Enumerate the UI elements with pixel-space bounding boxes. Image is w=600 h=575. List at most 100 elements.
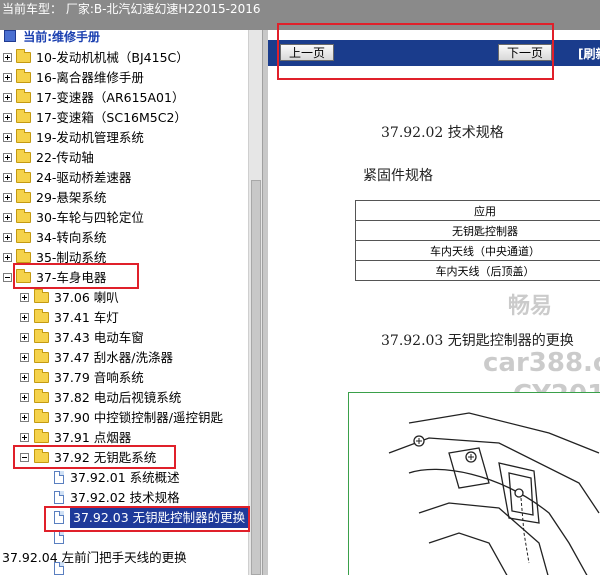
tree-folder-node[interactable]: 24-驱动桥差速器 [0, 168, 248, 188]
controller-diagram-svg [388, 412, 600, 575]
tree-folder-node[interactable]: 34-转向系统 [0, 228, 248, 248]
tree-node-label: 37.91 点烟器 [54, 430, 132, 445]
tree-node-label: 37.43 电动车窗 [54, 330, 144, 345]
tree-node-label: 37.41 车灯 [54, 310, 119, 325]
expand-icon[interactable] [20, 413, 29, 422]
tree-node-label: 17-变速箱（SC16M5C2） [36, 110, 187, 125]
folder-icon [34, 289, 49, 303]
tree-node-label: 34-转向系统 [36, 230, 107, 245]
collapse-icon[interactable] [3, 273, 12, 282]
table-header-cell: 应用 [355, 200, 600, 221]
tree-node-label: 37.92.02 技术规格 [70, 490, 180, 505]
tree-folder-node[interactable]: 22-传动轴 [0, 148, 248, 168]
scrollbar-thumb[interactable] [251, 180, 261, 575]
page-nav-bar: 上一页 下一页 [刷新 [268, 40, 600, 66]
tree-node-label: 37.92.03 无钥匙控制器的更换 [70, 508, 248, 528]
tree-folder-node[interactable]: 30-车轮与四轮定位 [0, 208, 248, 228]
collapse-icon[interactable] [20, 453, 29, 462]
folder-icon [16, 149, 31, 163]
tree-node-label: 37.79 音响系统 [54, 370, 144, 385]
tree-header[interactable]: 当前:维修手册 [4, 30, 100, 44]
tree-folder-node[interactable]: 37.06 喇叭 [0, 288, 248, 308]
expand-icon[interactable] [3, 153, 12, 162]
folder-icon [34, 349, 49, 363]
expand-icon[interactable] [20, 333, 29, 342]
section-title-replacement: 37.92.03 无钥匙控制器的更换 [381, 333, 574, 349]
tree-node-label: 37.92.01 系统概述 [70, 470, 180, 485]
expand-icon[interactable] [20, 313, 29, 322]
document-icon [54, 511, 64, 524]
refresh-link[interactable]: [刷新 [578, 45, 600, 62]
tree-node-label: 24-驱动桥差速器 [36, 170, 132, 185]
folder-icon [34, 389, 49, 403]
tree-folder-node[interactable]: 17-变速器（AR615A01） [0, 88, 248, 108]
tree-doc-node[interactable]: 37.92.01 系统概述 [0, 468, 248, 488]
document-icon [54, 491, 64, 504]
folder-icon [16, 169, 31, 183]
expand-icon[interactable] [3, 213, 12, 222]
tree-folder-node[interactable]: 29-悬架系统 [0, 188, 248, 208]
expand-icon[interactable] [20, 293, 29, 302]
section-title-specs: 37.92.02 技术规格 [381, 125, 504, 141]
tree-scrollbar[interactable] [248, 30, 262, 575]
tree-node-label: 37.92.04 左前门把手天线的更换 [2, 550, 187, 565]
expand-icon[interactable] [3, 173, 12, 182]
folder-icon [16, 89, 31, 103]
expand-icon[interactable] [20, 433, 29, 442]
folder-icon [16, 49, 31, 63]
tree-folder-node[interactable]: 35-制动系统 [0, 248, 248, 268]
expand-icon[interactable] [3, 93, 12, 102]
manual-tree-panel: 当前:维修手册 10-发动机机械（BJ415C） 16-离合器维修手册 17-变速器… [0, 30, 248, 575]
tree-folder-node[interactable]: 37.47 刮水器/洗涤器 [0, 348, 248, 368]
tree-doc-node[interactable]: 37.92.02 技术规格 [0, 488, 248, 508]
folder-icon [16, 189, 31, 203]
tree-folder-node[interactable]: 19-发动机管理系统 [0, 128, 248, 148]
tree-folder-node[interactable]: 37.79 音响系统 [0, 368, 248, 388]
folder-icon [16, 229, 31, 243]
tree-folder-node[interactable]: 37.92 无钥匙系统 [0, 448, 248, 468]
expand-icon[interactable] [3, 133, 12, 142]
expand-icon[interactable] [20, 373, 29, 382]
expand-icon[interactable] [3, 53, 12, 62]
tree-folder-node[interactable]: 37.90 中控锁控制器/遥控钥匙 [0, 408, 248, 428]
tree-doc-node[interactable]: 37.92.04 左前门把手天线的更换 [0, 548, 248, 575]
document-icon [54, 471, 64, 484]
window-title: 当前车型： 厂家:B-北汽幻速幻速H22015-2016 [0, 0, 600, 19]
document-icon [54, 531, 64, 544]
tree-folder-node[interactable]: 37.41 车灯 [0, 308, 248, 328]
expand-icon[interactable] [3, 253, 12, 262]
folder-icon [16, 69, 31, 83]
tree-node-label: 37-车身电器 [36, 270, 107, 285]
prev-page-button[interactable]: 上一页 [280, 44, 334, 61]
expand-icon[interactable] [3, 73, 12, 82]
tree-doc-node[interactable] [0, 528, 248, 548]
tree-node-label: 29-悬架系统 [36, 190, 107, 205]
tree-folder-node[interactable]: 17-变速箱（SC16M5C2） [0, 108, 248, 128]
folder-icon [34, 409, 49, 423]
fastener-spec-table: 应用 无钥匙控制器 车内天线（中央通道） 车内天线（后顶盖） [355, 200, 600, 281]
tree-header-label: 当前:维修手册 [23, 30, 100, 44]
expand-icon[interactable] [3, 113, 12, 122]
expand-icon[interactable] [3, 193, 12, 202]
folder-icon [34, 429, 49, 443]
expand-icon[interactable] [20, 393, 29, 402]
tree-doc-node[interactable]: 37.92.03 无钥匙控制器的更换 [0, 508, 248, 528]
expand-icon[interactable] [20, 353, 29, 362]
tree-node-label: 19-发动机管理系统 [36, 130, 144, 145]
folder-icon [16, 109, 31, 123]
tree-folder-node[interactable]: 37.91 点烟器 [0, 428, 248, 448]
folder-icon [16, 269, 31, 283]
folder-icon [34, 309, 49, 323]
expand-icon[interactable] [3, 233, 12, 242]
table-cell: 无钥匙控制器 [355, 220, 600, 241]
tree-folder-node[interactable]: 37.82 电动后视镜系统 [0, 388, 248, 408]
folder-icon [34, 329, 49, 343]
tree-folder-node[interactable]: 10-发动机机械（BJ415C） [0, 48, 248, 68]
tree-folder-node[interactable]: 16-离合器维修手册 [0, 68, 248, 88]
folder-icon [16, 209, 31, 223]
next-page-button[interactable]: 下一页 [498, 44, 552, 61]
tree-folder-node[interactable]: 37.43 电动车窗 [0, 328, 248, 348]
document-view: 上一页 下一页 [刷新 37.92.02 技术规格 紧固件规格 应用 无钥匙控制… [268, 30, 600, 575]
folder-icon [16, 129, 31, 143]
tree-folder-node[interactable]: 37-车身电器 [0, 268, 248, 288]
